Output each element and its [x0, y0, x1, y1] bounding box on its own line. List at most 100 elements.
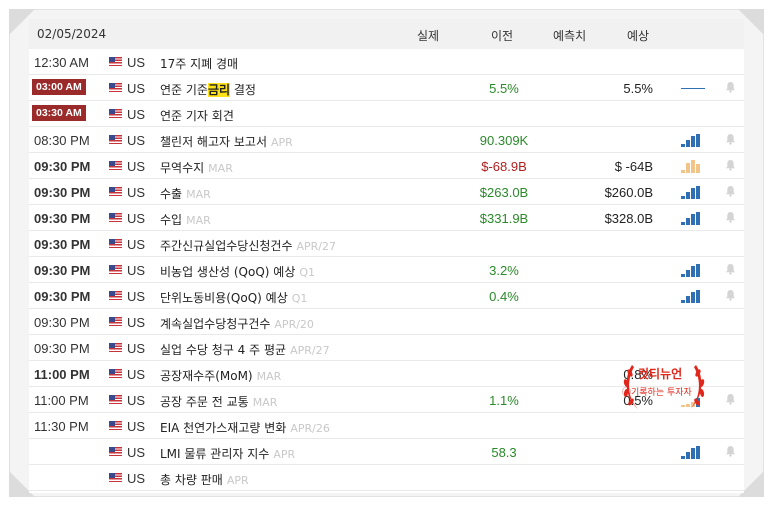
event-period: APR/27: [290, 344, 330, 357]
event-row[interactable]: 09:30 PM US 수출 MAR $263.0B $260.0B: [29, 179, 744, 205]
bell-icon[interactable]: [725, 393, 736, 405]
previous-value: 0.4%: [489, 289, 519, 304]
event-period: MAR: [186, 214, 211, 227]
event-row[interactable]: US 총 차량 판매 APR: [29, 465, 744, 491]
forecast-value: 5.5%: [623, 81, 653, 96]
event-row[interactable]: US LMI 물류 관리자 지수 APR 58.3: [29, 439, 744, 465]
column-forecast: 예상: [627, 29, 650, 43]
bell-icon[interactable]: [725, 289, 736, 301]
event-name[interactable]: 비농업 생산성 (QoQ) 예상 Q1: [160, 263, 315, 280]
history-sparkline-icon[interactable]: [681, 160, 707, 173]
sparkline-bar: [681, 300, 685, 303]
us-flag-icon: [109, 161, 122, 170]
country-code: US: [127, 289, 146, 304]
event-period: Q1: [299, 266, 316, 279]
event-time: 11:00 PM: [34, 393, 89, 408]
bell-icon[interactable]: [725, 81, 736, 93]
event-name[interactable]: 단위노동비용(QoQ) 예상 Q1: [160, 289, 307, 306]
event-name-text: 실업 수당 청구 4 주 평균: [160, 343, 287, 357]
event-row[interactable]: 08:30 PM US 챌린저 해고자 보고서 APR 90.309K: [29, 127, 744, 153]
event-name[interactable]: LMI 물류 관리자 지수 APR: [160, 445, 295, 462]
event-period: APR: [273, 448, 296, 461]
country-code: US: [127, 419, 146, 434]
bell-icon[interactable]: [725, 263, 736, 275]
history-sparkline-icon[interactable]: [681, 212, 707, 225]
event-name[interactable]: 17주 지폐 경매: [160, 55, 238, 72]
forecast-value: $328.0B: [604, 211, 653, 226]
event-row[interactable]: 03:30 AM US 연준 기자 회견: [29, 101, 744, 127]
previous-value: 3.2%: [489, 263, 519, 278]
event-name[interactable]: 수출 MAR: [160, 185, 211, 202]
event-row[interactable]: 09:30 PM US 주간신규실업수당신청건수 APR/27: [29, 231, 744, 257]
event-time: 08:30 PM: [34, 133, 90, 148]
bell-icon[interactable]: [725, 185, 736, 197]
sparkline-bar: [691, 266, 695, 277]
bell-icon[interactable]: [725, 133, 736, 145]
event-row[interactable]: 09:30 PM US 수입 MAR $331.9B $328.0B: [29, 205, 744, 231]
event-row[interactable]: 12:30 AM US 17주 지폐 경매: [29, 49, 744, 75]
event-name-text: 연준 기준: [160, 83, 208, 97]
sparkline-bar: [681, 274, 685, 277]
history-sparkline-icon[interactable]: [681, 186, 707, 199]
sparkline-bar: [681, 170, 685, 173]
event-name[interactable]: 챌린저 해고자 보고서 APR: [160, 133, 293, 150]
event-name[interactable]: 무역수지 MAR: [160, 159, 233, 176]
event-name[interactable]: 공장 주문 전 교통 MAR: [160, 393, 277, 410]
event-row[interactable]: 09:30 PM US 무역수지 MAR $-68.9B $ -64B: [29, 153, 744, 179]
country-code: US: [127, 55, 146, 70]
event-time: 11:00 PM: [34, 367, 90, 382]
country-code: US: [127, 471, 146, 486]
country-code: US: [127, 81, 146, 96]
sparkline-bar: [686, 163, 690, 173]
event-name[interactable]: 연준 기준금리 결정: [160, 81, 256, 98]
event-row[interactable]: 09:30 PM US 단위노동비용(QoQ) 예상 Q1 0.4%: [29, 283, 744, 309]
sparkline-bar: [691, 188, 695, 199]
bell-icon[interactable]: [725, 211, 736, 223]
event-name-text: 17주 지폐 경매: [160, 57, 239, 71]
column-actual: 실제: [417, 29, 440, 43]
event-name[interactable]: 공장재수주(MoM) MAR: [160, 367, 281, 384]
watermark-title: 컷티뉴언: [638, 367, 683, 381]
us-flag-icon: [109, 291, 122, 300]
event-row[interactable]: 03:00 AM US 연준 기준금리 결정 5.5% 5.5%: [29, 75, 744, 101]
us-flag-icon: [109, 239, 122, 248]
us-flag-icon: [109, 109, 122, 118]
watermark-subtitle: ⓒ기록하는 투자자: [622, 388, 692, 398]
country-code: US: [127, 393, 146, 408]
event-period: MAR: [252, 396, 278, 409]
bell-icon[interactable]: [725, 445, 736, 457]
history-sparkline-icon[interactable]: [681, 134, 707, 147]
event-name-text: 수출: [160, 187, 183, 201]
event-name[interactable]: 실업 수당 청구 4 주 평균 APR/27: [160, 341, 330, 358]
sparkline-bar: [686, 140, 690, 147]
event-period: APR/20: [274, 318, 314, 331]
event-row[interactable]: 09:30 PM US 비농업 생산성 (QoQ) 예상 Q1 3.2%: [29, 257, 744, 283]
event-name[interactable]: 계속실업수당청구건수 APR/20: [160, 315, 314, 332]
bell-icon[interactable]: [725, 159, 736, 171]
country-code: US: [127, 341, 146, 356]
event-name[interactable]: 수입 MAR: [160, 211, 211, 228]
event-name[interactable]: 총 차량 판매 APR: [160, 471, 249, 488]
event-period: APR: [226, 474, 249, 487]
us-flag-icon: [109, 83, 122, 92]
event-name[interactable]: 연준 기자 회견: [160, 107, 234, 124]
event-time: 09:30 PM: [34, 341, 90, 356]
event-row[interactable]: 09:30 PM US 계속실업수당청구건수 APR/20: [29, 309, 744, 335]
event-time: 09:30 PM: [34, 185, 91, 200]
history-sparkline-icon[interactable]: [681, 264, 707, 277]
event-name[interactable]: EIA 천연가스재고량 변화 APR/26: [160, 419, 330, 436]
us-flag-icon: [109, 213, 122, 222]
history-sparkline-icon[interactable]: [681, 290, 707, 303]
us-flag-icon: [109, 187, 122, 196]
sparkline-bar: [686, 192, 690, 199]
us-flag-icon: [109, 395, 122, 404]
event-time: 09:30 PM: [34, 315, 90, 330]
event-name-text: 연준 기자 회견: [160, 109, 234, 123]
event-time: 09:30 PM: [34, 237, 91, 252]
event-time: 09:30 PM: [34, 211, 91, 226]
event-period: MAR: [208, 162, 233, 175]
event-name[interactable]: 주간신규실업수당신청건수 APR/27: [160, 237, 336, 254]
history-sparkline-icon[interactable]: [681, 446, 707, 459]
event-row[interactable]: 09:30 PM US 실업 수당 청구 4 주 평균 APR/27: [29, 335, 744, 361]
history-sparkline-icon[interactable]: [681, 82, 707, 95]
